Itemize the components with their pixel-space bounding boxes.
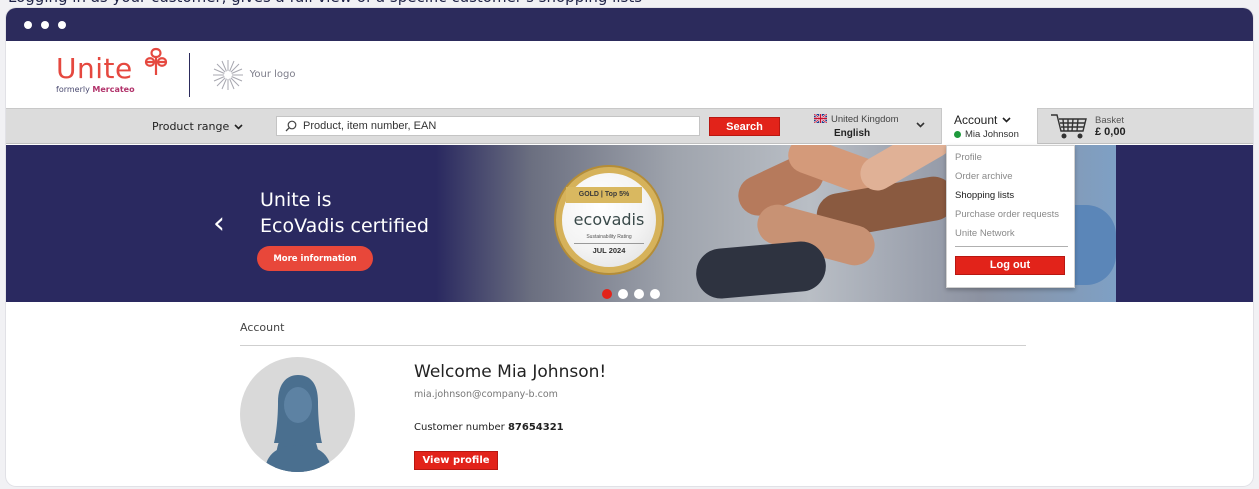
customer-logo: Your logo <box>212 59 295 91</box>
unite-wordmark: Unite <box>56 52 133 85</box>
account-menu-tab[interactable]: Account Mia Johnson <box>941 108 1038 144</box>
search-button[interactable]: Search <box>709 117 780 136</box>
search-input[interactable] <box>303 120 683 132</box>
avatar <box>240 357 355 472</box>
carousel-dot[interactable] <box>634 289 644 299</box>
user-email: mia.johnson@company-b.com <box>414 389 558 400</box>
online-status-icon <box>954 131 961 138</box>
carousel-dots <box>602 289 660 299</box>
chevron-left-icon[interactable]: ‹ <box>213 209 225 239</box>
shopping-cart-icon <box>1051 114 1087 139</box>
window-maximize-dot[interactable] <box>58 20 66 29</box>
welcome-heading: Welcome Mia Johnson! <box>414 362 607 382</box>
unite-symbol-icon <box>144 47 167 75</box>
chevron-down-icon <box>1002 117 1011 123</box>
page-caption: Logging in as your customer, gives a ful… <box>0 0 1259 8</box>
customer-number: Customer number 87654321 <box>414 422 564 433</box>
product-range-menu[interactable]: Product range <box>152 120 243 133</box>
unite-logo[interactable]: Unite formerly Mercateo <box>56 47 169 94</box>
menu-divider <box>955 246 1068 247</box>
main-navbar: Product range Search United Kingdom Engl… <box>6 108 1253 144</box>
formerly-mercateo: formerly Mercateo <box>56 85 135 94</box>
user-silhouette-icon <box>265 375 331 472</box>
menu-item-order-archive[interactable]: Order archive <box>955 170 1074 189</box>
chevron-down-icon[interactable] <box>916 122 925 128</box>
sunburst-icon <box>212 59 243 90</box>
view-profile-button[interactable]: View profile <box>414 451 498 470</box>
browser-window: Unite formerly Mercateo Your logo Produc… <box>6 8 1253 486</box>
basket-button[interactable]: Basket £ 0,00 <box>1049 111 1126 141</box>
menu-item-unite-network[interactable]: Unite Network <box>955 227 1074 246</box>
menu-item-shopping-lists[interactable]: Shopping lists <box>955 189 1074 208</box>
window-minimize-dot[interactable] <box>41 20 49 29</box>
window-close-dot[interactable] <box>24 20 32 29</box>
uk-flag-icon <box>814 114 827 123</box>
banner-headline: Unite is EcoVadis certified <box>260 189 429 237</box>
carousel-dot[interactable] <box>650 289 660 299</box>
search-box <box>276 116 700 136</box>
logo-divider <box>188 52 190 97</box>
carousel-dot[interactable] <box>602 289 612 299</box>
window-titlebar <box>6 8 1253 41</box>
carousel-dot[interactable] <box>618 289 628 299</box>
ecovadis-badge: GOLD | Top 5% ecovadis Sustainability Ra… <box>556 167 662 273</box>
account-content: Account Welcome Mia Johnson! mia.johnson… <box>240 321 1026 472</box>
logo-bar: Unite formerly Mercateo Your logo <box>6 41 1253 108</box>
account-dropdown-menu: Profile Order archive Shopping lists Pur… <box>946 145 1075 288</box>
more-information-button[interactable]: More information <box>257 246 373 271</box>
breadcrumb: Account <box>240 321 1026 346</box>
logout-button[interactable]: Log out <box>955 255 1065 275</box>
search-icon <box>285 120 297 132</box>
chevron-down-icon <box>234 123 243 130</box>
menu-item-profile[interactable]: Profile <box>955 151 1074 170</box>
region-selector[interactable]: United Kingdom English <box>814 113 899 141</box>
menu-item-purchase-order-requests[interactable]: Purchase order requests <box>955 208 1074 227</box>
language-label: English <box>834 128 871 139</box>
